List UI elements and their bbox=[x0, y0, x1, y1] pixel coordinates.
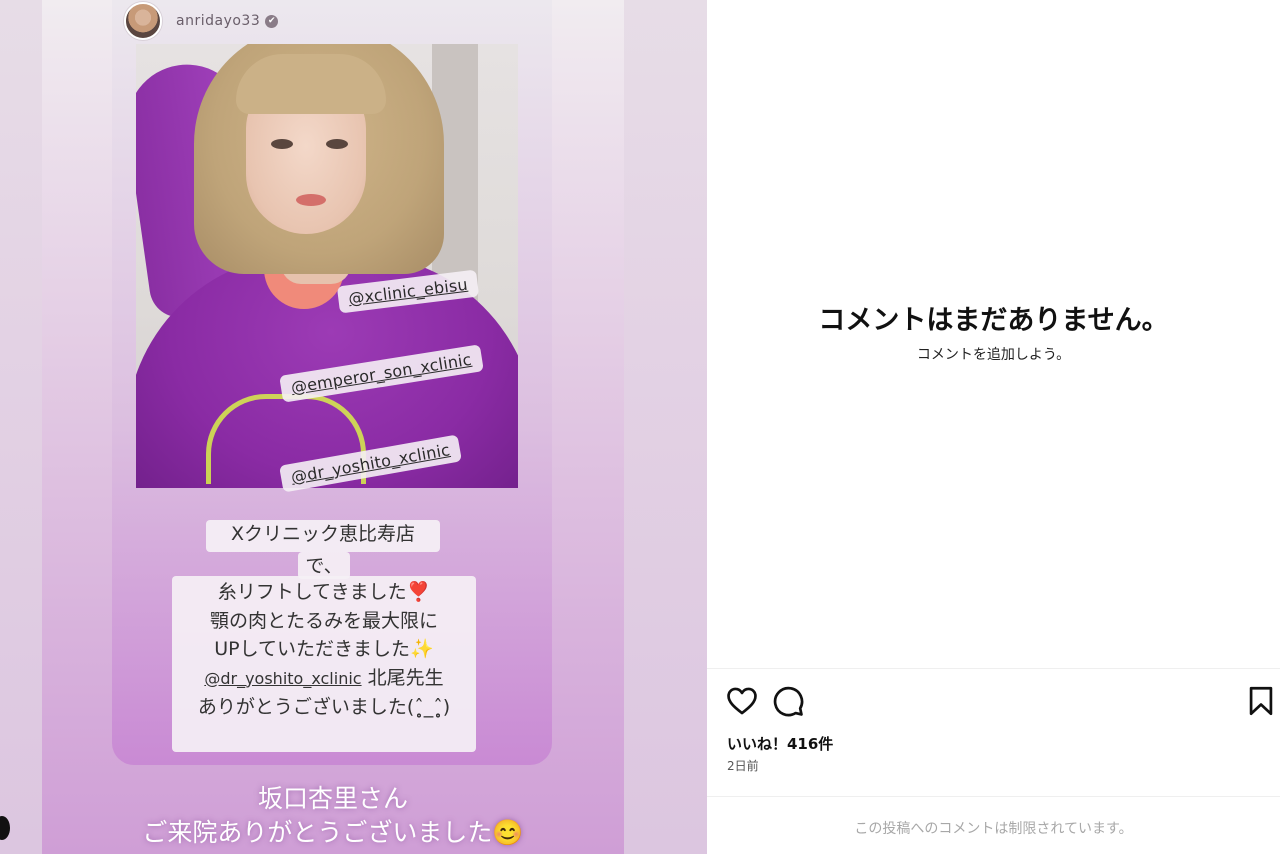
caption-doctor-name: 北尾先生 bbox=[367, 666, 444, 689]
caption-line: で、 bbox=[298, 552, 350, 579]
overlay-text: 坂口杏里さん ご来院ありがとうございました😊 bbox=[42, 782, 624, 850]
post-timestamp[interactable]: 2日前 bbox=[727, 757, 759, 774]
post-media[interactable]: anridayo33 ✔ @xclinic_ebisu @emperor_son… bbox=[0, 0, 707, 854]
caption-line: 糸リフトしてきました❣️ bbox=[217, 581, 431, 603]
heart-icon[interactable] bbox=[725, 684, 759, 718]
caption-block: 糸リフトしてきました❣️ 顎の肉とたるみを最大限に UPしていただきました✨ @… bbox=[172, 576, 476, 752]
comment-icon[interactable] bbox=[771, 684, 805, 718]
story-photo bbox=[136, 44, 518, 488]
verified-badge-icon: ✔ bbox=[265, 14, 279, 28]
overlay-line: ご来院ありがとうございました😊 bbox=[142, 818, 524, 847]
story-header: anridayo33 ✔ bbox=[124, 2, 279, 40]
caption-mention[interactable]: @dr_yoshito_xclinic bbox=[204, 669, 361, 688]
comments-panel: コメントはまだありません。 コメントを追加しよう。 いいね！416件 2日前 こ… bbox=[707, 0, 1280, 854]
likes-count[interactable]: いいね！416件 bbox=[727, 733, 833, 754]
caption-line: ありがとうございました(ˆ̥̥̥̥_ˆ̥̥̥̥) bbox=[197, 696, 451, 718]
bookmark-icon[interactable] bbox=[1244, 684, 1278, 718]
empty-comments-subtitle: コメントを追加しよう。 bbox=[916, 347, 1071, 363]
divider bbox=[707, 796, 1280, 797]
comments-restricted-notice: この投稿へのコメントは制限されています。 bbox=[854, 821, 1133, 837]
caption-line: UPしていただきました✨ bbox=[214, 638, 434, 660]
caption-line: Xクリニック恵比寿店 bbox=[206, 520, 440, 552]
caption-line: @dr_yoshito_xclinic 北尾先生 bbox=[172, 664, 476, 694]
overlay-line: 坂口杏里さん bbox=[257, 784, 408, 813]
scroll-indicator bbox=[0, 816, 10, 840]
divider bbox=[707, 668, 1280, 669]
empty-comments-title: コメントはまだありません。 bbox=[818, 305, 1169, 336]
avatar[interactable] bbox=[124, 2, 162, 40]
caption-line: 顎の肉とたるみを最大限に bbox=[209, 609, 438, 632]
story-username[interactable]: anridayo33 bbox=[176, 13, 260, 29]
action-bar bbox=[707, 684, 1280, 718]
